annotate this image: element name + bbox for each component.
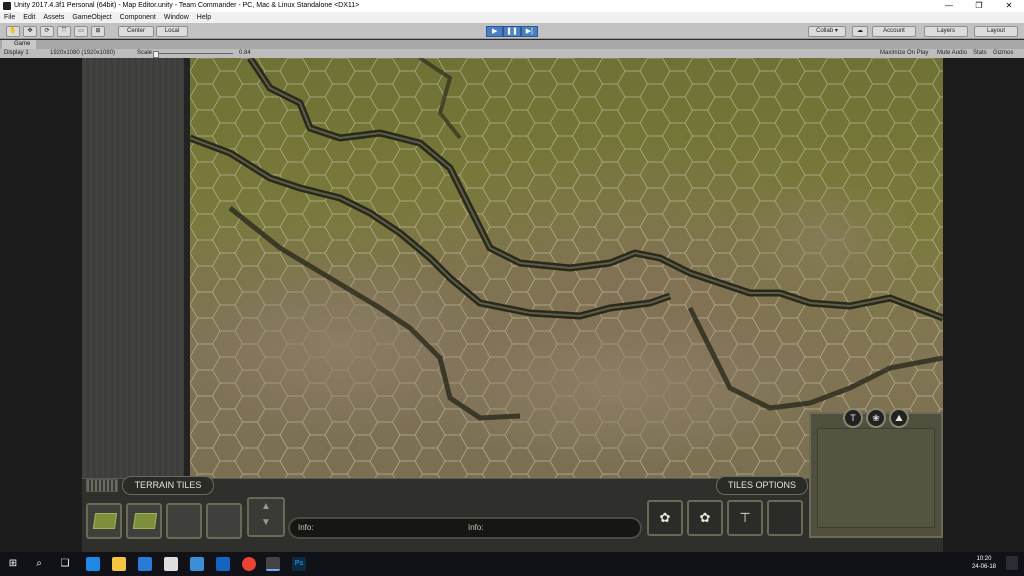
edge-icon[interactable]: [86, 557, 100, 571]
terrain-tile-slot-2[interactable]: [126, 503, 162, 539]
layout-dropdown[interactable]: Layout: [974, 26, 1018, 37]
clock-time: 10:20: [976, 556, 992, 562]
hand-tool-icon[interactable]: ✋: [6, 26, 20, 37]
text-mode-button[interactable]: T: [843, 408, 863, 428]
panel-drag-grip[interactable]: [86, 479, 118, 492]
text-option-button[interactable]: ⊤: [727, 500, 763, 536]
menu-gameobject[interactable]: GameObject: [68, 12, 115, 23]
hex-cluster-option-button[interactable]: ✿: [647, 500, 683, 536]
text-tool-icon: ⊤: [739, 510, 751, 525]
arrow-up-down-icon: ▲ ▼: [261, 501, 271, 528]
terrain-mode-icon: ⛰: [895, 413, 903, 423]
text-mode-icon: T: [850, 413, 856, 423]
mute-audio-toggle[interactable]: Mute Audio: [937, 49, 967, 58]
account-dropdown[interactable]: Account: [872, 26, 916, 37]
scale-slider[interactable]: [153, 51, 233, 58]
mail-icon[interactable]: [190, 557, 204, 571]
terrain-tiles-tab[interactable]: TERRAIN TILES: [122, 476, 214, 495]
gizmos-dropdown[interactable]: Gizmos: [993, 49, 1013, 58]
menu-file[interactable]: File: [0, 12, 19, 23]
tab-game[interactable]: Game: [2, 40, 37, 49]
rect-tool-icon[interactable]: ▭: [74, 26, 88, 37]
pivot-local-button[interactable]: Local: [156, 26, 188, 37]
empty-option-button[interactable]: [767, 500, 803, 536]
menu-component[interactable]: Component: [116, 12, 160, 23]
maximize-on-play-toggle[interactable]: Maximize On Play: [880, 49, 928, 58]
maximize-button[interactable]: ❐: [964, 0, 994, 12]
info-right-label: Info:: [468, 523, 484, 532]
clock-date: 24-06-18: [971, 564, 996, 570]
info-left-label: Info:: [298, 523, 314, 532]
stats-toggle[interactable]: Stats: [973, 49, 987, 58]
system-clock[interactable]: 10:20 24-06-18: [972, 555, 996, 571]
step-button[interactable]: ▶|: [520, 26, 538, 37]
tiles-options-tab[interactable]: TILES OPTIONS: [716, 476, 808, 495]
hex-mode-icon: ❀: [872, 413, 880, 423]
cloud-icon[interactable]: ☁: [852, 26, 868, 37]
terrain-tile-slot-3[interactable]: [166, 503, 202, 539]
minimize-button[interactable]: —: [934, 0, 964, 12]
transform-tool-icon[interactable]: ⊞: [91, 26, 105, 37]
terrain-tile-slot-1[interactable]: [86, 503, 122, 539]
hex-outline-option-button[interactable]: ✿: [687, 500, 723, 536]
task-view-icon[interactable]: ❑: [58, 557, 72, 571]
game-view-controls: Display 1 1920x1080 (1920x1080) Scale 0.…: [0, 49, 1024, 58]
windows-start-icon[interactable]: ⊞: [6, 557, 20, 571]
menu-bar: File Edit Assets GameObject Component Window H…: [0, 12, 1024, 23]
game-tab-label: Game: [14, 41, 31, 47]
window-title: Unity 2017.4.3f1 Personal (64bit) - Map …: [14, 2, 360, 9]
unity-app-icon: [3, 2, 11, 10]
terrain-tile-slot-4[interactable]: [206, 503, 242, 539]
window-titlebar: Unity 2017.4.3f1 Personal (64bit) - Map …: [0, 0, 1024, 12]
notifications-icon[interactable]: [1006, 556, 1018, 570]
file-explorer-icon[interactable]: [112, 557, 126, 571]
scale-tool-icon[interactable]: ⤧: [57, 26, 71, 37]
left-frame-strip: [82, 58, 190, 478]
menu-assets[interactable]: Assets: [39, 12, 68, 23]
close-button[interactable]: ✕: [994, 0, 1024, 12]
photoshop-icon[interactable]: Ps: [292, 557, 306, 571]
play-controls: ▶ ❚❚ ▶|: [486, 26, 538, 37]
ie-icon[interactable]: [138, 557, 152, 571]
move-tool-icon[interactable]: ✥: [23, 26, 37, 37]
unity-taskbar-icon[interactable]: [266, 557, 280, 571]
pause-button[interactable]: ❚❚: [503, 26, 521, 37]
store-icon[interactable]: [164, 557, 178, 571]
collab-button[interactable]: Collab ▾: [808, 26, 846, 37]
hex-mode-button[interactable]: ❀: [866, 408, 886, 428]
tile-scroll-arrows[interactable]: ▲ ▼: [247, 497, 285, 537]
resolution-dropdown[interactable]: 1920x1080 (1920x1080): [50, 49, 115, 58]
scale-label: Scale: [137, 50, 153, 56]
map-editor-screen: TERRAIN TILES TILES OPTIONS ▲ ▼ Info: In…: [82, 58, 943, 552]
outlook-icon[interactable]: [216, 557, 230, 571]
game-view-tabbar: Game: [0, 40, 1024, 49]
chrome-icon[interactable]: [242, 557, 256, 571]
rotate-tool-icon[interactable]: ⟳: [40, 26, 54, 37]
info-bar: Info: Info:: [288, 517, 642, 539]
hex-outline-icon: ✿: [699, 510, 711, 525]
windows-taskbar: ⊞ ⌕ ❑ Ps 10:20 24-06-18: [0, 552, 1024, 576]
play-button[interactable]: ▶: [486, 26, 504, 37]
terrain-mode-button[interactable]: ⛰: [889, 408, 909, 428]
game-viewport: TERRAIN TILES TILES OPTIONS ▲ ▼ Info: In…: [0, 58, 1024, 552]
scale-value: 0.84: [239, 50, 251, 56]
layers-dropdown[interactable]: Layers: [924, 26, 968, 37]
menu-edit[interactable]: Edit: [19, 12, 39, 23]
preview-area: [817, 428, 935, 528]
search-icon[interactable]: ⌕: [32, 557, 46, 571]
tile-preview-panel: T ❀ ⛰: [809, 408, 943, 538]
menu-window[interactable]: Window: [160, 12, 193, 23]
hex-cluster-icon: ✿: [659, 510, 671, 525]
unity-toolbar: ✋ ✥ ⟳ ⤧ ▭ ⊞ Center Local ▶ ❚❚ ▶| Collab …: [0, 23, 1024, 39]
menu-help[interactable]: Help: [193, 12, 215, 23]
pivot-center-button[interactable]: Center: [118, 26, 154, 37]
display-dropdown[interactable]: Display 1: [4, 49, 29, 58]
